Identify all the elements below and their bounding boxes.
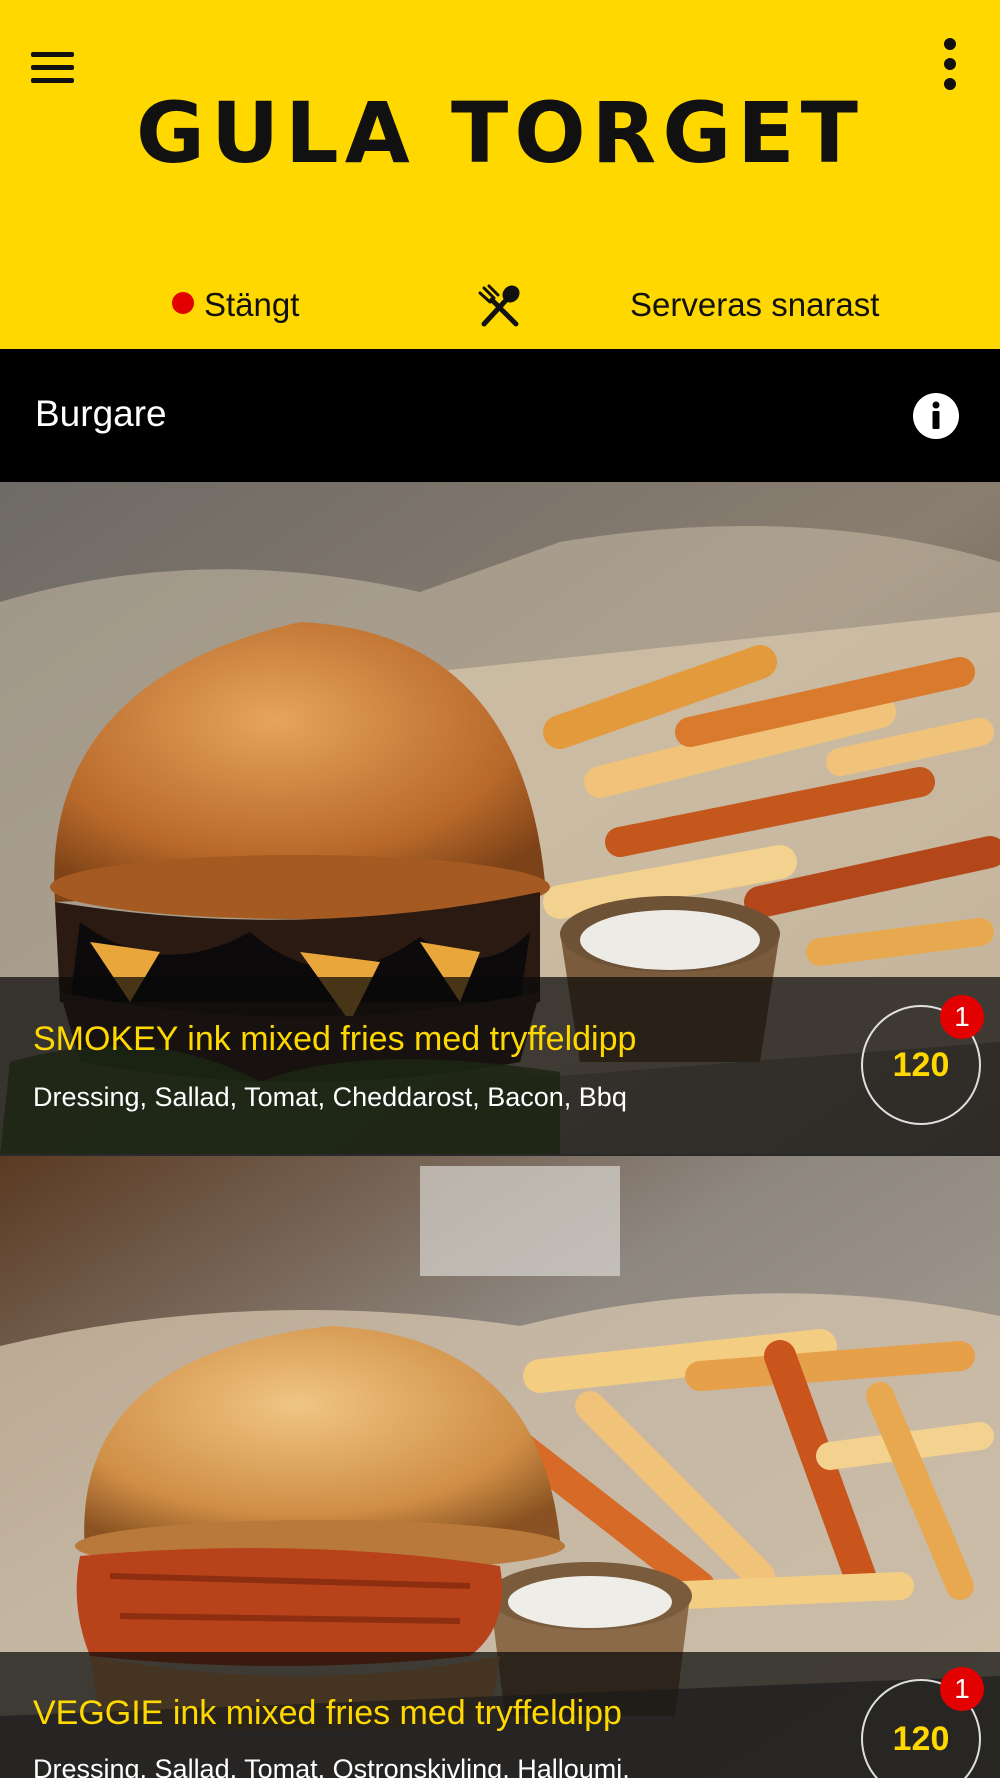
status-dot [172, 292, 194, 314]
product-card[interactable]: SMOKEY ink mixed fries med tryffeldipp D… [0, 482, 1000, 1154]
category-title: Burgare [35, 393, 167, 434]
product-description: Dressing, Sallad, Tomat, Cheddarost, Bac… [33, 1082, 627, 1112]
quantity-badge: 1 [940, 995, 984, 1039]
status-label: Stängt [204, 286, 300, 323]
info-icon[interactable] [912, 392, 960, 440]
product-description: Dressing, Sallad, Tomat, Ostronskivling,… [33, 1754, 630, 1778]
category-header: Burgare [0, 349, 1000, 482]
product-info-overlay [0, 977, 1000, 1154]
quantity-badge: 1 [940, 1667, 984, 1711]
product-name: VEGGIE ink mixed fries med tryffeldipp [33, 1694, 622, 1732]
app: GULA TORGET Stängt Serveras snarast Burg… [0, 0, 1000, 1778]
cutlery-icon [478, 284, 520, 327]
hamburger-menu-icon[interactable] [28, 48, 78, 88]
open-status: Stängt [172, 286, 299, 324]
product-card[interactable]: VEGGIE ink mixed fries med tryffeldipp D… [0, 1156, 1000, 1778]
product-name: SMOKEY ink mixed fries med tryffeldipp [33, 1020, 637, 1058]
status-row: Stängt Serveras snarast [0, 270, 1000, 340]
app-header: GULA TORGET Stängt Serveras snarast [0, 0, 1000, 349]
brand-logo: GULA TORGET [136, 84, 864, 182]
serve-time-label: Serveras snarast [630, 286, 880, 323]
